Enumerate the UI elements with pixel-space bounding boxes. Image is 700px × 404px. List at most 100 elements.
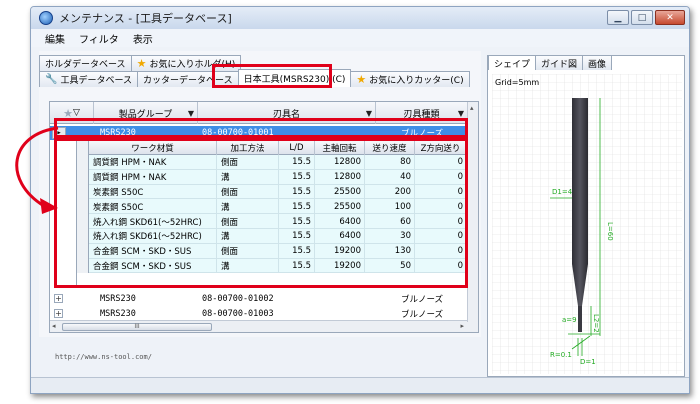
cell-ld: 15.5 [279,199,315,215]
tool-grid: ★ ▽ 製品グループ ▼ 刃具名 ▼ 刃具種類 ▼ ▸ MSRS230 08-00700… [49,101,479,333]
conditions-row[interactable]: 合金鋼 SCM・SKD・SUS 側面 15.5 19200 130 0 [77,243,478,259]
footer-url[interactable]: http://www.ns-tool.com/ [55,353,152,361]
funnel-icon[interactable]: ▼ [366,109,372,118]
conditions-row[interactable]: 炭素鋼 S50C 側面 15.5 25500 200 0 [77,184,478,200]
tool-grid-header: ★ ▽ 製品グループ ▼ 刃具名 ▼ 刃具種類 ▼ [50,102,478,124]
cell-ld: 15.5 [279,258,315,274]
column-ld[interactable]: L/D [279,141,315,155]
menu-view[interactable]: 表示 [133,31,153,46]
tab-favorite-holders[interactable]: ★ お気に入りホルダ(H) [130,55,242,71]
close-button[interactable]: ✕ [655,10,685,25]
conditions-header: ワーク材質 加工方法 L/D 主軸回転 送り速度 Z方向送り [77,141,478,155]
cell-work-material: 焼入れ鋼 SKD61(～52HRC) [89,214,217,229]
cell-work-material: 合金鋼 SCM・SKD・SUS [89,258,217,274]
cell-feed: 100 [365,199,415,215]
cell-z-feed: 0 [415,184,467,200]
tool-shape-view: Grid=5mm D1=4 L=60 a=9 L2=2 R=0.1 D=1 [492,74,682,374]
row-selector[interactable] [77,169,89,185]
maximize-button[interactable]: □ [631,10,653,25]
cell-ld: 15.5 [279,155,315,170]
cell-method: 側面 [217,243,279,259]
cell-feed: 60 [365,214,415,229]
tab-favorite-cutters[interactable]: ★ お気に入りカッター(C) [350,71,470,87]
row-selector[interactable] [77,199,89,215]
scroll-up-icon[interactable]: ▴ [470,104,474,112]
tab-tool-database[interactable]: 🔧 工具データベース [39,71,139,87]
tab-cutter-database[interactable]: カッターデータベース [137,71,239,87]
tab-image[interactable]: 画像 [582,55,613,70]
tab-label: ガイド図 [541,59,578,70]
row-selector[interactable] [77,229,89,244]
column-feed[interactable]: 送り速度 [365,141,415,155]
cell-z-feed: 0 [415,258,467,274]
dim-label-a: a=9 [562,316,577,324]
cell-method: 側面 [217,214,279,229]
conditions-row[interactable]: 焼入れ鋼 SKD61(～52HRC) 側面 15.5 6400 60 0 [77,214,478,229]
tab-shape[interactable]: シェイプ [488,55,537,70]
row-selector[interactable] [77,214,89,229]
row-selector[interactable] [77,258,89,274]
cell-feed: 130 [365,243,415,259]
scroll-left-icon[interactable]: ◂ [52,322,56,330]
cell-work-material: 炭素鋼 S50C [89,199,217,215]
cell-work-material: 炭素鋼 S50C [89,184,217,200]
header-product-group[interactable]: 製品グループ ▼ [94,102,198,124]
star-icon: ★ [63,106,73,120]
tab-nihon-kogu[interactable]: 日本工具(MSRS230) (C) [237,69,352,87]
minimize-icon: ▁ [614,12,622,23]
cell-work-material: 調質鋼 HPM・NAK [89,155,217,170]
right-panel: シェイプ ガイド図 画像 Grid=5mm D1=4 L=60 a=9 L2=2… [487,55,685,377]
horizontal-scroll-thumb[interactable]: III [62,323,212,331]
table-row-selected[interactable]: ▸ MSRS230 08-00700-01001 ブルノーズ [50,126,478,140]
horizontal-scrollbar[interactable]: ◂ III ▸ [50,320,478,332]
row-selector[interactable] [77,243,89,259]
cell-work-material: 合金鋼 SCM・SKD・SUS [89,243,217,259]
cell-ld: 15.5 [279,169,315,185]
cell-method: 側面 [217,184,279,200]
cell-spindle: 25500 [315,184,365,200]
cell-type: ブルノーズ [400,295,444,305]
right-tabs: シェイプ ガイド図 画像 [488,55,613,70]
column-label: 刃具種類 [403,109,440,120]
minimize-button[interactable]: ▁ [607,10,629,25]
app-icon [39,11,53,25]
table-row[interactable]: + MSRS230 08-00700-01002 ブルノーズ [50,292,478,306]
conditions-row[interactable]: 合金鋼 SCM・SKD・SUS 溝 15.5 19200 50 0 [77,258,478,274]
dim-label-d1: D1=4 [552,188,573,196]
tab-holder-database[interactable]: ホルダデータベース [39,55,132,71]
funnel-icon[interactable]: ▼ [188,109,194,118]
vertical-scrollbar[interactable]: ▴ [467,102,478,322]
column-method[interactable]: 加工方法 [217,141,279,155]
cell-type: ブルノーズ [400,129,444,139]
cell-name: 08-00700-01002 [202,294,274,304]
cell-z-feed: 0 [415,155,467,170]
row-selector[interactable] [77,155,89,170]
conditions-row[interactable]: 焼入れ鋼 SKD61(～52HRC) 溝 15.5 6400 30 0 [77,229,478,244]
menu-filter[interactable]: フィルタ [79,31,119,46]
expand-icon[interactable]: + [54,294,63,303]
table-row[interactable]: + MSRS230 08-00700-01003 ブルノーズ [50,307,478,321]
cell-ld: 15.5 [279,243,315,259]
header-tool-type[interactable]: 刃具種類 ▼ [376,102,468,124]
star-icon: ★ [356,73,367,86]
cell-group: MSRS230 [100,309,136,319]
conditions-row[interactable]: 調質鋼 HPM・NAK 側面 15.5 12800 80 0 [77,155,478,170]
conditions-row[interactable]: 調質鋼 HPM・NAK 溝 15.5 12800 40 0 [77,169,478,185]
funnel-icon[interactable]: ▼ [458,109,464,118]
tab-label: お気に入りホルダ(H) [149,60,236,70]
column-work-material[interactable]: ワーク材質 [89,141,217,155]
column-z-feed[interactable]: Z方向送り [415,141,467,155]
cell-type: ブルノーズ [400,310,444,320]
tab-guide[interactable]: ガイド図 [535,55,584,70]
row-selector[interactable] [77,184,89,200]
conditions-row[interactable]: 炭素鋼 S50C 溝 15.5 25500 100 0 [77,199,478,215]
column-spindle[interactable]: 主軸回転 [315,141,365,155]
tab-label: シェイプ [494,59,531,70]
scroll-right-icon[interactable]: ▸ [460,322,464,330]
header-tool-name[interactable]: 刃具名 ▼ [198,102,376,124]
cell-method: 溝 [217,229,279,244]
tab-label: 工具データベース [60,76,133,86]
expand-icon[interactable]: + [54,309,63,318]
menu-edit[interactable]: 編集 [45,31,65,46]
window-title: メンテナンス - [工具データベース] [59,12,232,25]
